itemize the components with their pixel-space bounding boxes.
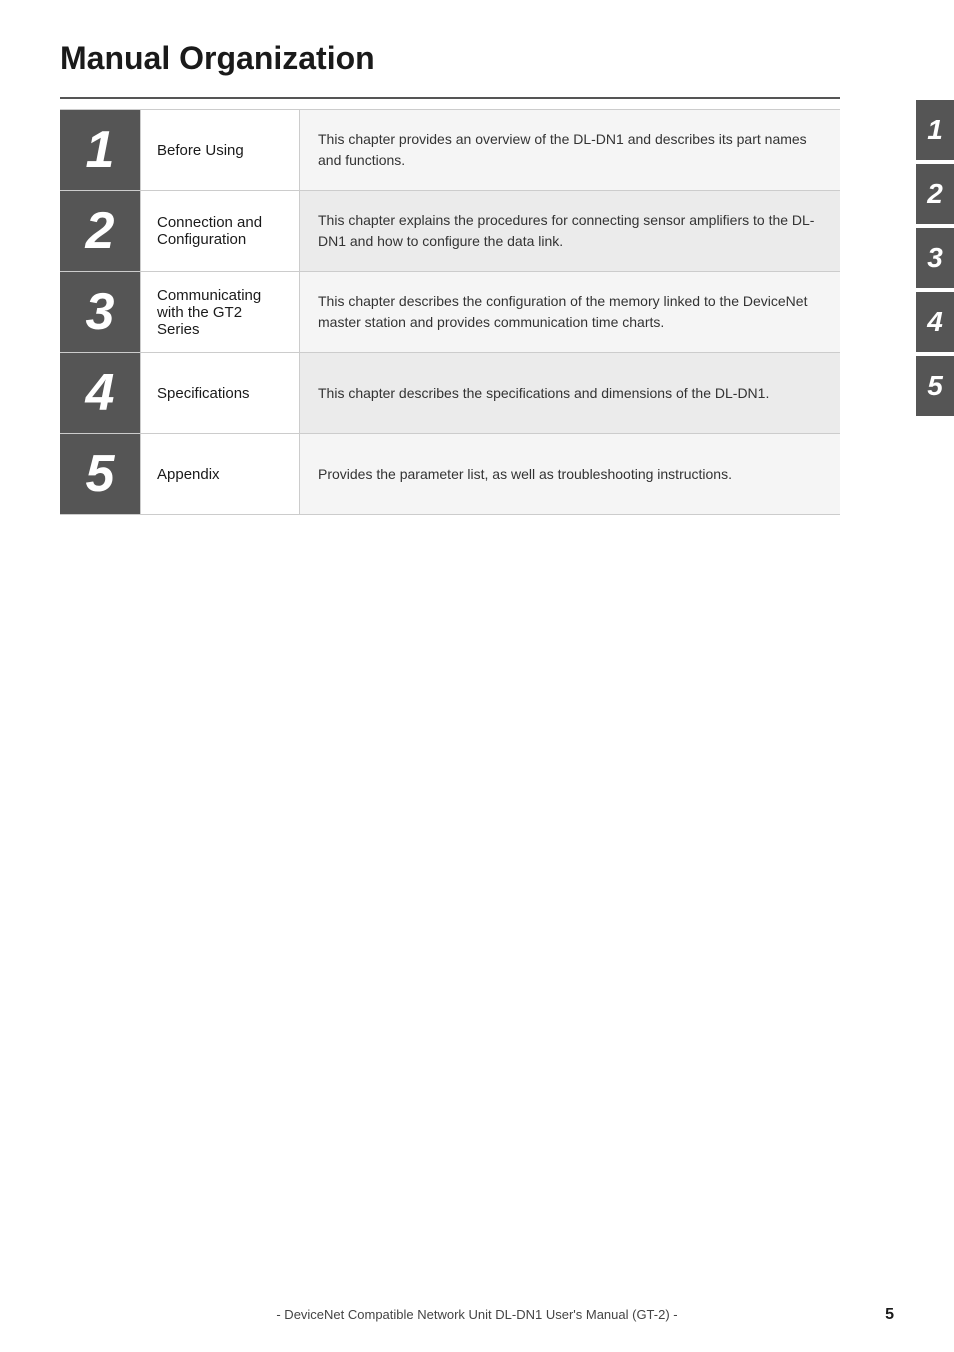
right-tab-5[interactable]: 5 (916, 356, 954, 416)
toc-desc-5: Provides the parameter list, as well as … (300, 434, 840, 514)
toc-title-4[interactable]: Specifications (140, 353, 300, 433)
toc-desc-2: This chapter explains the procedures for… (300, 191, 840, 271)
toc-title-5[interactable]: Appendix (140, 434, 300, 514)
toc-row: 5AppendixProvides the parameter list, as… (60, 434, 840, 515)
toc-title-3[interactable]: Communicating with the GT2 Series (140, 272, 300, 352)
toc-num-4: 4 (60, 353, 140, 433)
toc-title-2[interactable]: Connection and Configuration (140, 191, 300, 271)
footer: - DeviceNet Compatible Network Unit DL-D… (0, 1307, 954, 1322)
toc-num-1: 1 (60, 110, 140, 190)
footer-text: - DeviceNet Compatible Network Unit DL-D… (276, 1307, 677, 1322)
toc-table: 1Before UsingThis chapter provides an ov… (60, 109, 840, 515)
toc-num-5: 5 (60, 434, 140, 514)
right-tab-1[interactable]: 1 (916, 100, 954, 160)
toc-row: 3Communicating with the GT2 SeriesThis c… (60, 272, 840, 353)
toc-num-2: 2 (60, 191, 140, 271)
right-tabs: 12345 (916, 100, 954, 416)
toc-desc-4: This chapter describes the specification… (300, 353, 840, 433)
page-title: Manual Organization (60, 40, 840, 77)
page-content: Manual Organization 1Before UsingThis ch… (0, 0, 900, 575)
toc-title-1[interactable]: Before Using (140, 110, 300, 190)
toc-num-3: 3 (60, 272, 140, 352)
toc-desc-3: This chapter describes the configuration… (300, 272, 840, 352)
right-tab-2[interactable]: 2 (916, 164, 954, 224)
right-tab-4[interactable]: 4 (916, 292, 954, 352)
page-number: 5 (885, 1306, 894, 1324)
divider (60, 97, 840, 99)
right-tab-3[interactable]: 3 (916, 228, 954, 288)
toc-desc-1: This chapter provides an overview of the… (300, 110, 840, 190)
toc-row: 1Before UsingThis chapter provides an ov… (60, 109, 840, 191)
toc-row: 4SpecificationsThis chapter describes th… (60, 353, 840, 434)
toc-row: 2Connection and ConfigurationThis chapte… (60, 191, 840, 272)
